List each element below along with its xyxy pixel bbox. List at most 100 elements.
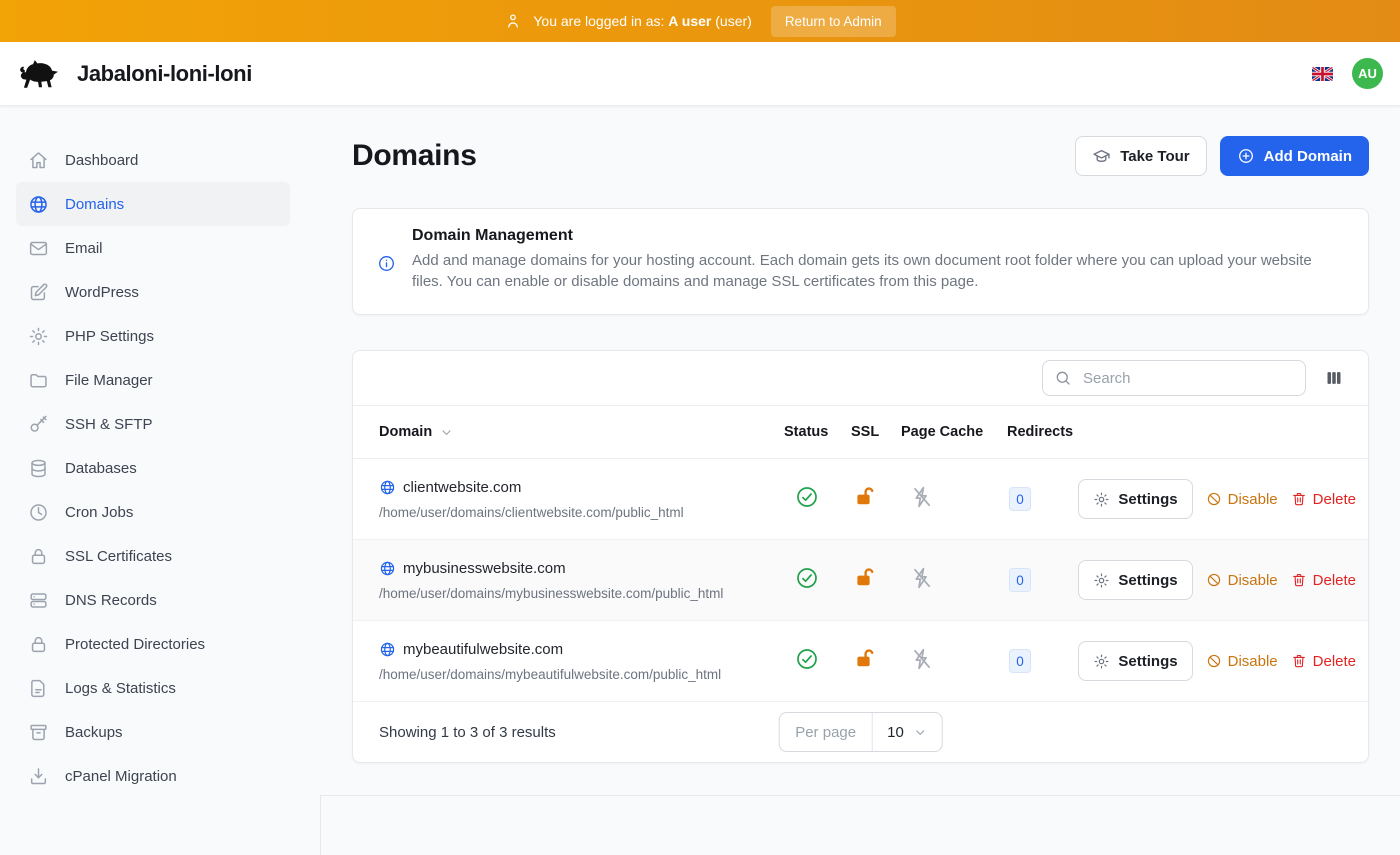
clock-icon: [28, 502, 49, 523]
sidebar-item-databases[interactable]: Databases: [16, 446, 290, 490]
graduation-cap-icon: [1092, 147, 1111, 166]
sort-chevron-down-icon[interactable]: [439, 425, 454, 440]
globe-icon: [28, 194, 49, 215]
sidebar-item-ssl-certificates[interactable]: SSL Certificates: [16, 534, 290, 578]
redirects-count-badge: 0: [1009, 649, 1031, 673]
sidebar-item-label: Email: [65, 240, 103, 257]
sidebar-item-label: Protected Directories: [65, 636, 205, 653]
sidebar-item-email[interactable]: Email: [16, 226, 290, 270]
gear-icon: [1093, 491, 1110, 508]
sidebar-item-ssh-sftp[interactable]: SSH & SFTP: [16, 402, 290, 446]
folder-icon: [28, 370, 49, 391]
brand[interactable]: Jabaloni-loni-loni: [16, 54, 252, 94]
per-page-value: 10: [887, 724, 904, 741]
main-content: Domains Take Tour Add Domain Domain Mana…: [320, 106, 1400, 855]
sidebar-item-label: Dashboard: [65, 152, 138, 169]
lock-icon: [28, 634, 49, 655]
sidebar: Dashboard Domains Email WordPress PHP Settin…: [0, 106, 320, 798]
page-cache-disabled-icon[interactable]: [910, 566, 934, 590]
domain-path: /home/user/domains/clientwebsite.com/pub…: [379, 505, 684, 520]
database-icon: [28, 458, 49, 479]
sidebar-item-logs-statistics[interactable]: Logs & Statistics: [16, 666, 290, 710]
delete-button[interactable]: Delete: [1291, 653, 1356, 670]
search-input[interactable]: [1081, 369, 1294, 388]
person-icon: [504, 12, 522, 30]
domain-management-info-card: Domain Management Add and manage domains…: [352, 208, 1369, 315]
page-cache-disabled-icon[interactable]: [910, 485, 934, 509]
app-header: Jabaloni-loni-loni AU: [0, 42, 1400, 106]
take-tour-button[interactable]: Take Tour: [1075, 136, 1206, 176]
table-footer: Showing 1 to 3 of 3 results Per page 10: [353, 702, 1368, 762]
impersonation-banner: You are logged in as: A user (user) Retu…: [0, 0, 1400, 42]
server-icon: [28, 590, 49, 611]
slash-circle-icon: [1206, 491, 1222, 507]
sidebar-item-backups[interactable]: Backups: [16, 710, 290, 754]
sidebar-item-php-settings[interactable]: PHP Settings: [16, 314, 290, 358]
column-header-redirects: Redirects: [1007, 424, 1071, 440]
domain-globe-icon: [379, 641, 396, 658]
info-card-description: Add and manage domains for your hosting …: [412, 251, 1344, 292]
column-header-ssl: SSL: [851, 424, 901, 440]
status-active-check-icon: [795, 647, 819, 671]
trash-icon: [1291, 653, 1307, 669]
per-page-select[interactable]: Per page 10: [778, 712, 943, 752]
key-icon: [28, 414, 49, 435]
ssl-unlocked-padlock-icon[interactable]: [853, 647, 877, 671]
domain-path: /home/user/domains/mybusinesswebsite.com…: [379, 586, 723, 601]
edit-icon: [28, 282, 49, 303]
sidebar-item-label: DNS Records: [65, 592, 157, 609]
table-row[interactable]: mybeautifulwebsite.com/home/user/domains…: [353, 621, 1368, 702]
sidebar-item-wordpress[interactable]: WordPress: [16, 270, 290, 314]
delete-button[interactable]: Delete: [1291, 491, 1356, 508]
columns-toggle-icon[interactable]: [1324, 368, 1344, 388]
sidebar-item-label: cPanel Migration: [65, 768, 177, 785]
domain-globe-icon: [379, 560, 396, 577]
sidebar-item-label: Backups: [65, 724, 123, 741]
brand-name: Jabaloni-loni-loni: [77, 61, 252, 87]
sidebar-item-label: SSL Certificates: [65, 548, 172, 565]
ssl-unlocked-padlock-icon[interactable]: [853, 485, 877, 509]
archive-icon: [28, 722, 49, 743]
disable-button[interactable]: Disable: [1206, 653, 1278, 670]
sidebar-item-dns-records[interactable]: DNS Records: [16, 578, 290, 622]
settings-button[interactable]: Settings: [1078, 479, 1192, 519]
uk-flag-icon[interactable]: [1312, 67, 1333, 81]
sidebar-item-label: Cron Jobs: [65, 504, 133, 521]
sidebar-item-label: Logs & Statistics: [65, 680, 176, 697]
page-title: Domains: [352, 139, 477, 173]
table-body: clientwebsite.com/home/user/domains/clie…: [353, 459, 1368, 702]
table-header-row: Domain Status SSL Page Cache Redirects: [353, 405, 1368, 459]
sidebar-item-cpanel-migration[interactable]: cPanel Migration: [16, 754, 290, 798]
disable-button[interactable]: Disable: [1206, 572, 1278, 589]
search-icon: [1054, 369, 1072, 387]
document-icon: [28, 678, 49, 699]
chevron-down-icon: [913, 725, 928, 740]
sidebar-item-cron-jobs[interactable]: Cron Jobs: [16, 490, 290, 534]
sidebar-item-label: SSH & SFTP: [65, 416, 153, 433]
info-card-title: Domain Management: [412, 227, 1344, 245]
delete-button[interactable]: Delete: [1291, 572, 1356, 589]
ssl-unlocked-padlock-icon[interactable]: [853, 566, 877, 590]
impersonation-message: You are logged in as: A user (user): [533, 13, 751, 29]
table-row[interactable]: mybusinesswebsite.com/home/user/domains/…: [353, 540, 1368, 621]
settings-button[interactable]: Settings: [1078, 560, 1192, 600]
column-header-page-cache: Page Cache: [901, 424, 1007, 440]
domain-globe-icon: [379, 479, 396, 496]
disable-button[interactable]: Disable: [1206, 491, 1278, 508]
return-to-admin-button[interactable]: Return to Admin: [771, 6, 896, 37]
domain-name: clientwebsite.com: [403, 479, 521, 496]
sidebar-item-protected-directories[interactable]: Protected Directories: [16, 622, 290, 666]
redirects-count-badge: 0: [1009, 487, 1031, 511]
add-domain-button[interactable]: Add Domain: [1220, 136, 1369, 176]
sidebar-item-dashboard[interactable]: Dashboard: [16, 138, 290, 182]
settings-button[interactable]: Settings: [1078, 641, 1192, 681]
sidebar-item-file-manager[interactable]: File Manager: [16, 358, 290, 402]
sidebar-item-label: PHP Settings: [65, 328, 154, 345]
plus-circle-icon: [1237, 147, 1255, 165]
user-avatar[interactable]: AU: [1352, 58, 1383, 89]
page-cache-disabled-icon[interactable]: [910, 647, 934, 671]
table-toolbar: [353, 351, 1368, 405]
sidebar-item-domains[interactable]: Domains: [16, 182, 290, 226]
slash-circle-icon: [1206, 653, 1222, 669]
table-row[interactable]: clientwebsite.com/home/user/domains/clie…: [353, 459, 1368, 540]
